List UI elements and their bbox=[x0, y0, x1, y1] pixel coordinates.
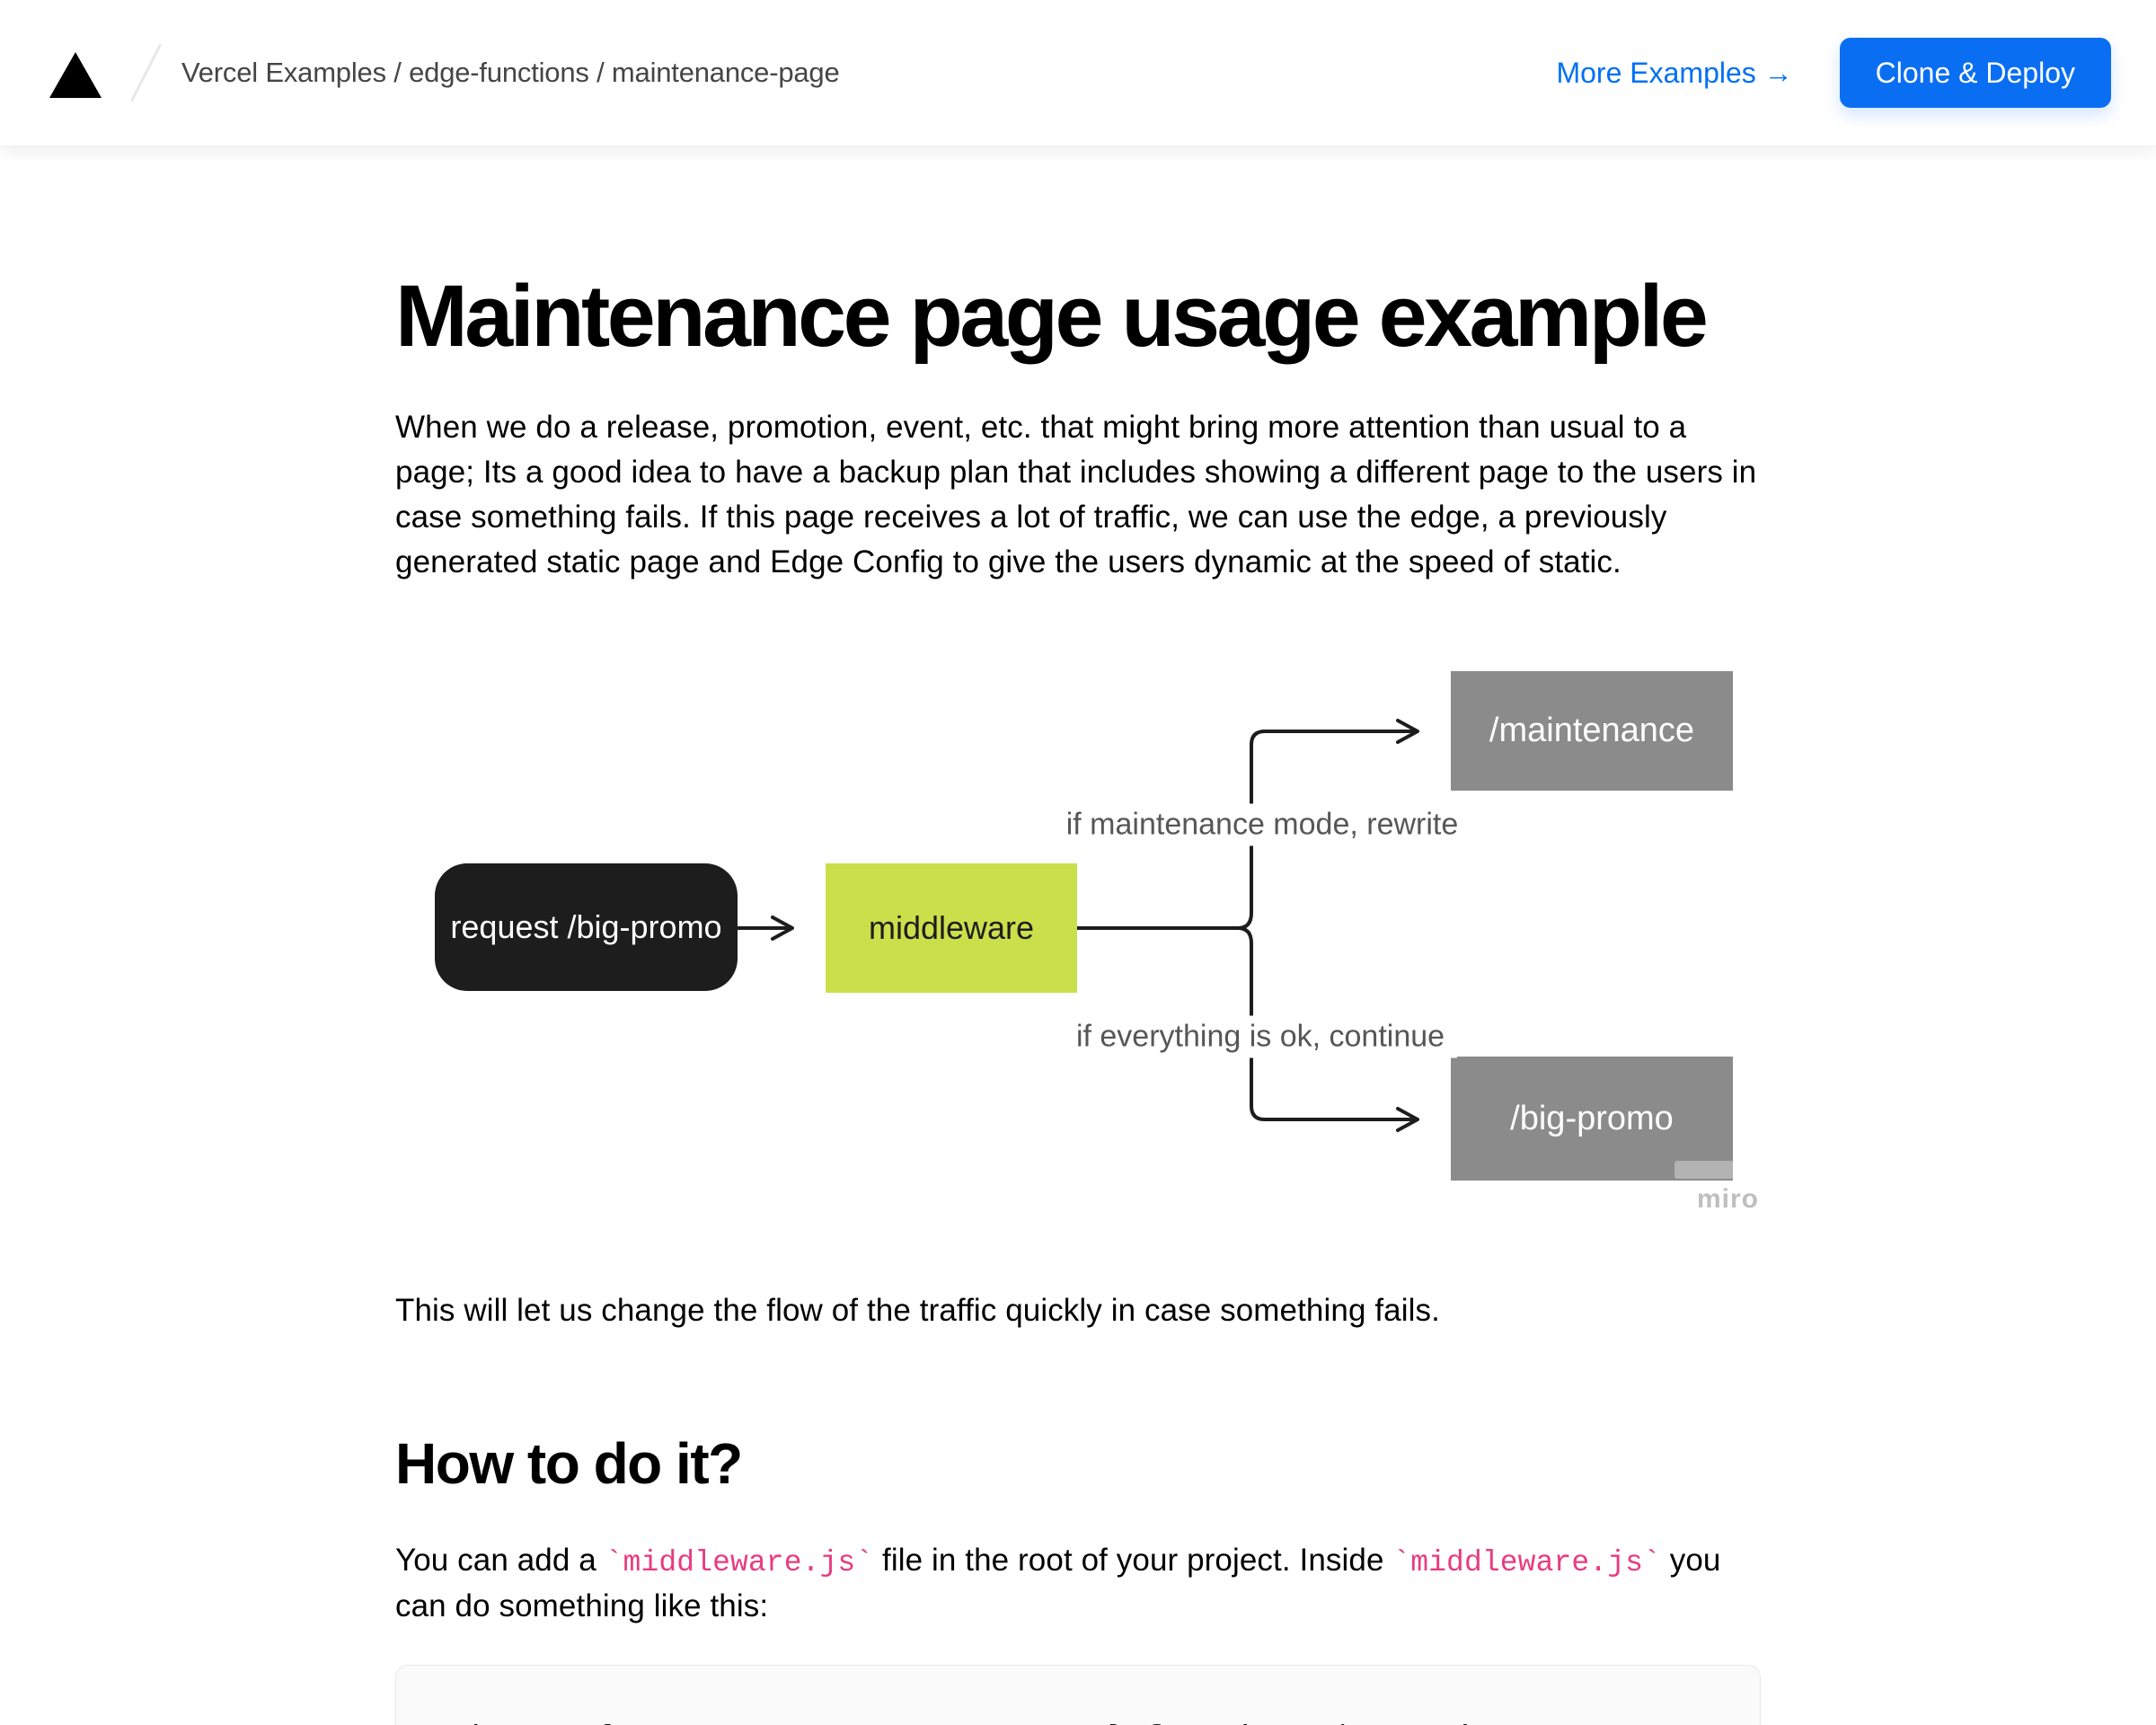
header-actions: More Examples → Clone & Deploy bbox=[1556, 38, 2111, 108]
how-to-paragraph: You can add a `middleware.js` file in th… bbox=[395, 1538, 1761, 1629]
diagram-node-request: request /big-promo bbox=[435, 863, 738, 991]
inline-code-middleware-1: `middleware.js` bbox=[605, 1546, 874, 1579]
vercel-logo-icon[interactable] bbox=[49, 52, 102, 98]
edge-label-continue: if everything is ok, continue bbox=[1064, 1016, 1457, 1058]
diagram-node-maintenance: /maintenance bbox=[1451, 671, 1733, 791]
inline-code-middleware-2: `middleware.js` bbox=[1392, 1546, 1661, 1579]
miro-watermark: miro bbox=[1697, 1184, 1759, 1215]
code-line: import { NextRequest, NextResponse } fro… bbox=[466, 1718, 1760, 1725]
intro-paragraph: When we do a release, promotion, event, … bbox=[395, 405, 1761, 585]
clone-deploy-button[interactable]: Clone & Deploy bbox=[1840, 38, 2111, 108]
slash-divider bbox=[130, 43, 162, 102]
diagram-node-middleware: middleware bbox=[826, 863, 1077, 993]
main-content: Maintenance page usage example When we d… bbox=[395, 146, 1761, 1725]
how-text-middle: file in the root of your project. Inside bbox=[873, 1543, 1392, 1578]
page-title: Maintenance page usage example bbox=[395, 270, 1761, 362]
breadcrumb: Vercel Examples / edge-functions / maint… bbox=[181, 57, 840, 89]
after-diagram-paragraph: This will let us change the flow of the … bbox=[395, 1288, 1761, 1333]
site-header: Vercel Examples / edge-functions / maint… bbox=[0, 0, 2156, 146]
how-to-heading: How to do it? bbox=[395, 1430, 1761, 1497]
miro-logo-plate bbox=[1674, 1161, 1734, 1179]
more-examples-link[interactable]: More Examples → bbox=[1556, 57, 1792, 90]
flow-diagram: request /big-promo middleware /maintenan… bbox=[395, 634, 1761, 1227]
code-block[interactable]: import { NextRequest, NextResponse } fro… bbox=[395, 1665, 1761, 1725]
edge-label-rewrite: if maintenance mode, rewrite bbox=[1054, 804, 1471, 846]
how-text-before: You can add a bbox=[395, 1543, 605, 1578]
